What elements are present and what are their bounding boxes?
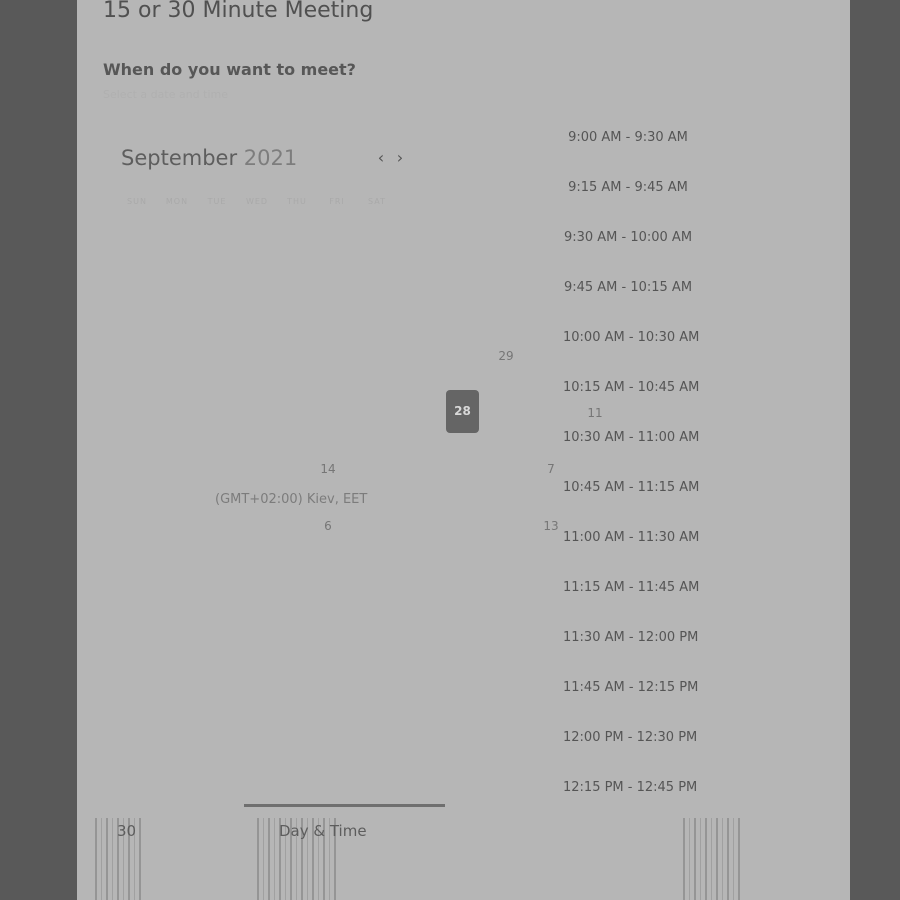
calendar-day[interactable]: 29 [489,339,523,373]
time-slot[interactable]: 10:45 AM - 11:15 AM [563,478,699,528]
step-day-time[interactable]: Day & Time [279,822,367,840]
time-slot[interactable]: 9:30 AM - 10:00 AM [563,228,693,278]
time-slot[interactable]: 11:15 AM - 11:45 AM [563,578,699,628]
time-slot-list: 9:00 AM - 9:30 AM 9:15 AM - 9:45 AM 9:30… [563,128,699,828]
calendar-day[interactable]: 14 [311,452,345,486]
weekday-mon: MON [165,197,189,206]
weekday-wed: WED [245,197,269,206]
chevron-left-icon[interactable]: ‹ [373,148,389,167]
step-progress-bar [244,804,445,807]
time-slot[interactable]: 10:00 AM - 10:30 AM [563,328,699,378]
time-slot[interactable]: 11:30 AM - 12:00 PM [563,628,698,678]
when-question: When do you want to meet? [103,60,356,79]
month-label: September 2021 [121,146,297,170]
chevron-right-icon[interactable]: › [392,148,408,167]
time-slot[interactable]: 10:30 AM - 11:00 AM [563,428,699,478]
step-navigation: 30 Day & Time [77,818,850,900]
month-name: September [121,146,238,170]
time-slot[interactable]: 9:15 AM - 9:45 AM [563,178,693,228]
timezone-selector[interactable]: (GMT+02:00) Kiev, EET [215,492,367,507]
time-slot[interactable]: 12:00 PM - 12:30 PM [563,728,697,778]
time-slot[interactable]: 11:00 AM - 11:30 AM [563,528,699,578]
step-duration[interactable]: 30 [117,822,136,840]
select-date-subtitle: Select a date and time [103,88,229,101]
meeting-title: 15 or 30 Minute Meeting [103,0,374,23]
time-slot[interactable]: 11:45 AM - 12:15 PM [563,678,698,728]
calendar-day-selected[interactable]: 28 [446,390,479,433]
weekday-sat: SAT [368,197,386,206]
weekday-thu: THU [287,197,307,206]
weekday-fri: FRI [329,197,345,206]
weekday-sun: SUN [127,197,147,206]
step-3-decoration [683,818,741,900]
weekday-header: SUN MON TUE WED THU FRI SAT [117,197,397,206]
time-slot[interactable]: 9:45 AM - 10:15 AM [563,278,693,328]
time-slot[interactable]: 9:00 AM - 9:30 AM [563,128,693,178]
calendar-day[interactable]: 6 [311,509,345,543]
time-slot[interactable]: 10:15 AM - 10:45 AM [563,378,699,428]
year: 2021 [243,146,298,170]
booking-page: 15 or 30 Minute Meeting When do you want… [77,0,850,900]
weekday-tue: TUE [207,197,227,206]
